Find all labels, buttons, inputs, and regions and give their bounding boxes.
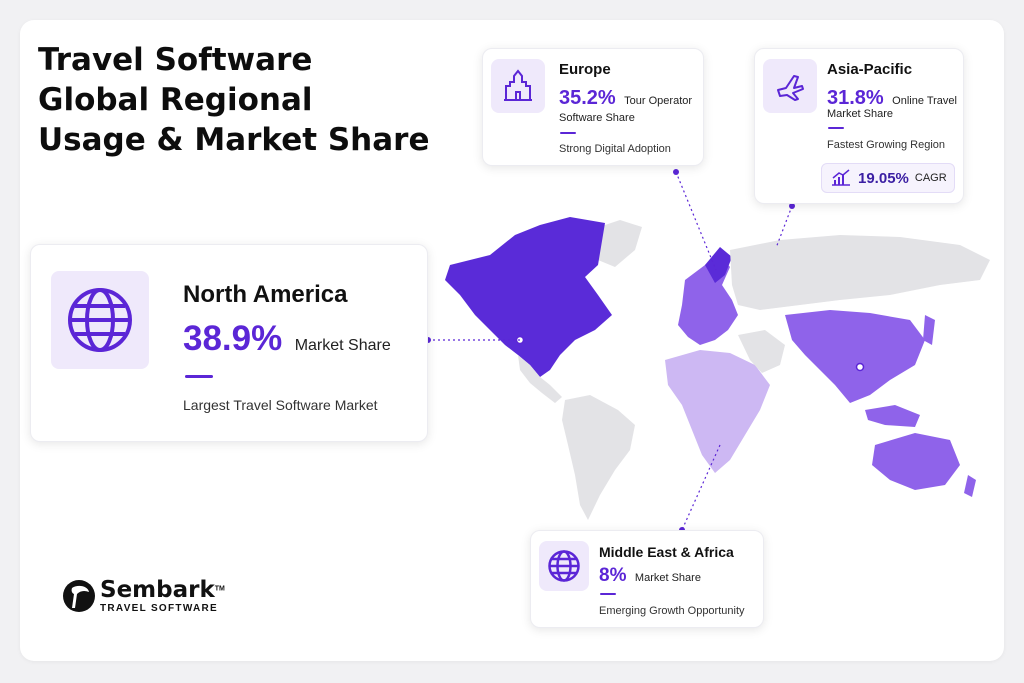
- north-america-icon-box: [51, 271, 149, 369]
- map-new-zealand: [964, 475, 976, 497]
- europe-value: 35.2%: [559, 87, 616, 109]
- map-se-asia: [865, 405, 920, 427]
- north-america-note: Largest Travel Software Market: [183, 397, 378, 413]
- europe-metric-line-1: Tour Operator: [624, 95, 693, 107]
- asia-pacific-icon-box: [763, 59, 817, 113]
- mea-value: 8%: [599, 565, 627, 586]
- asia-pacific-value: 31.8%: [827, 87, 884, 109]
- europe-metric-line-2: Software Share: [559, 112, 635, 124]
- sembark-logo-icon: [63, 580, 95, 612]
- mea-card: Middle East & Africa 8% Market Share Eme…: [530, 530, 764, 628]
- asia-pacific-cagr-label: CAGR: [914, 172, 947, 184]
- asia-pacific-underline: [828, 127, 844, 129]
- mea-value-row: 8% Market Share: [599, 565, 701, 587]
- asia-pacific-card: Asia-Pacific 31.8% Online Travel Market …: [754, 48, 964, 204]
- growth-chart-icon: [832, 169, 850, 186]
- map-russia: [730, 235, 990, 310]
- map-south-america: [562, 395, 635, 520]
- map-dot-asia: [855, 362, 865, 372]
- globe-icon: [548, 550, 580, 582]
- europe-note: Strong Digital Adoption: [559, 143, 671, 155]
- europe-name: Europe: [559, 61, 611, 78]
- map-japan: [923, 315, 935, 345]
- mea-icon-box: [539, 541, 589, 591]
- map-asia: [785, 310, 925, 403]
- asia-pacific-value-row: 31.8% Online Travel: [827, 87, 957, 110]
- castle-icon: [504, 69, 532, 101]
- world-map: [445, 217, 990, 520]
- north-america-underline: [185, 375, 213, 378]
- europe-icon-box: [491, 59, 545, 113]
- asia-pacific-name: Asia-Pacific: [827, 61, 913, 78]
- north-america-name: North America: [183, 281, 348, 308]
- title-line-1: Travel Software: [38, 42, 313, 78]
- page-title: Travel Software Global Regional Usage & …: [38, 40, 438, 160]
- map-dot-north-america: [515, 335, 525, 345]
- globe-icon: [68, 288, 132, 352]
- asia-pacific-metric-line-2: Market Share: [827, 108, 894, 120]
- logo-name: Sembark: [100, 576, 215, 603]
- sembark-logo: SembarkTM TRAVEL SOFTWARE: [62, 578, 225, 614]
- europe-underline: [560, 132, 576, 134]
- north-america-value: 38.9%: [183, 319, 283, 358]
- map-africa: [665, 350, 770, 473]
- map-north-america: [445, 217, 612, 377]
- asia-pacific-cagr-badge: 19.05% CAGR: [821, 163, 955, 193]
- mea-name: Middle East & Africa: [599, 544, 734, 560]
- asia-pacific-cagr-value: 19.05%: [858, 169, 909, 187]
- europe-value-row: 35.2% Tour Operator: [559, 87, 692, 110]
- asia-pacific-metric-line-1: Online Travel: [892, 95, 957, 107]
- title-line-3: Usage & Market Share: [38, 122, 430, 158]
- logo-trademark: TM: [214, 585, 225, 593]
- map-australia: [872, 433, 960, 490]
- airplane-icon: [777, 75, 804, 101]
- mea-metric: Market Share: [634, 572, 701, 584]
- asia-pacific-note: Fastest Growing Region: [827, 139, 945, 151]
- mea-underline: [600, 593, 616, 595]
- north-america-metric: Market Share: [294, 337, 391, 354]
- mea-note: Emerging Growth Opportunity: [599, 605, 745, 617]
- north-america-card: North America 38.9% Market Share Largest…: [30, 244, 428, 442]
- logo-tagline: TRAVEL SOFTWARE: [100, 602, 219, 614]
- north-america-value-row: 38.9% Market Share: [183, 319, 391, 359]
- title-line-2: Global Regional: [38, 82, 313, 118]
- europe-card: Europe 35.2% Tour Operator Software Shar…: [482, 48, 704, 166]
